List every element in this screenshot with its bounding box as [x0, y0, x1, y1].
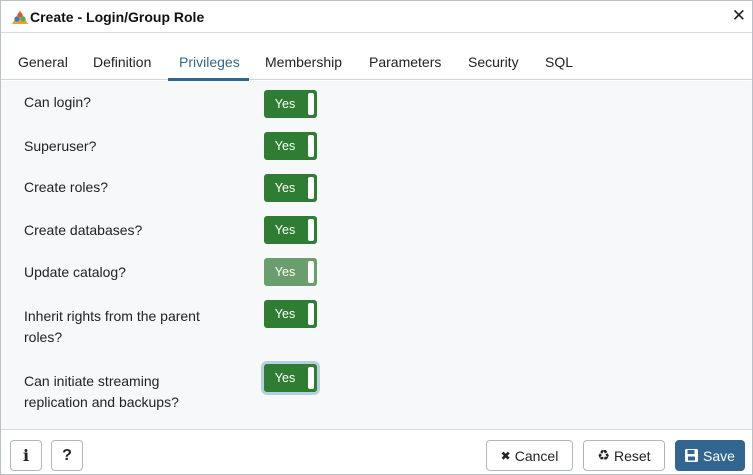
label-line: replication and backups?	[24, 394, 179, 410]
switch-state-label: Yes	[274, 181, 296, 195]
tab-parameters[interactable]: Parameters	[369, 54, 441, 70]
create-roles-label: Create roles?	[24, 179, 109, 195]
create-login-group-role-dialog: Create - Login/Group Role ✕ General Defi…	[0, 0, 753, 475]
recycle-icon: ♻	[597, 447, 610, 463]
dialog-title: Create - Login/Group Role	[30, 9, 205, 25]
switch-knob	[308, 303, 314, 325]
update-catalog-label: Update catalog?	[24, 264, 126, 280]
switch-knob	[308, 367, 314, 389]
label-line: roles?	[24, 329, 63, 345]
dialog-titlebar[interactable]: Create - Login/Group Role ✕	[1, 1, 752, 33]
tab-membership[interactable]: Membership	[265, 54, 342, 70]
tab-security[interactable]: Security	[468, 54, 519, 70]
update-catalog-switch: Yes	[264, 258, 317, 286]
superuser-switch[interactable]: Yes	[264, 132, 317, 160]
info-icon: i	[22, 446, 30, 465]
tab-definition[interactable]: Definition	[93, 54, 151, 70]
switch-knob	[308, 93, 314, 115]
switch-state-label: Yes	[274, 139, 296, 153]
create-databases-label: Create databases?	[24, 222, 143, 238]
create-roles-switch[interactable]: Yes	[264, 174, 317, 202]
create-databases-switch[interactable]: Yes	[264, 216, 317, 244]
tab-privileges[interactable]: Privileges	[179, 54, 240, 70]
reset-button[interactable]: ♻ Reset	[583, 440, 665, 471]
switch-state-label: Yes	[274, 223, 296, 237]
close-icon: ✖	[500, 448, 511, 463]
reset-label: Reset	[613, 447, 651, 464]
tab-bar: General Definition Privileges Membership…	[1, 34, 752, 81]
help-button[interactable]: ?	[51, 440, 83, 471]
switch-state-label: Yes	[274, 265, 296, 279]
help-icon: ?	[62, 446, 72, 464]
info-button[interactable]: i	[10, 440, 42, 471]
switch-knob	[308, 135, 314, 157]
inherit-rights-label: Inherit rights from the parent roles?	[24, 306, 200, 348]
privileges-panel: Can login? Yes Superuser? Yes Create rol…	[1, 81, 752, 429]
switch-knob	[308, 177, 314, 199]
superuser-label: Superuser?	[24, 138, 97, 154]
dialog-footer: i ? ✖ Cancel ♻ Reset Save	[1, 429, 752, 474]
group-role-icon	[12, 10, 28, 24]
tab-general[interactable]: General	[18, 54, 68, 70]
switch-state-label: Yes	[274, 371, 296, 385]
switch-state-label: Yes	[274, 307, 296, 321]
switch-knob	[308, 219, 314, 241]
close-icon[interactable]: ✕	[732, 6, 746, 26]
switch-knob	[308, 261, 314, 283]
streaming-replication-switch[interactable]: Yes	[264, 364, 317, 392]
save-label: Save	[703, 447, 735, 464]
tab-sql[interactable]: SQL	[545, 54, 573, 70]
streaming-replication-label: Can initiate streaming replication and b…	[24, 371, 179, 413]
can-login-switch[interactable]: Yes	[264, 90, 317, 118]
cancel-label: Cancel	[514, 447, 559, 464]
switch-state-label: Yes	[274, 97, 296, 111]
cancel-button[interactable]: ✖ Cancel	[486, 440, 573, 471]
save-icon	[685, 449, 699, 462]
save-button[interactable]: Save	[675, 440, 745, 471]
label-line: Inherit rights from the parent	[24, 308, 200, 324]
label-line: Can initiate streaming	[24, 373, 160, 389]
inherit-rights-switch[interactable]: Yes	[264, 300, 317, 328]
can-login-label: Can login?	[24, 94, 91, 110]
